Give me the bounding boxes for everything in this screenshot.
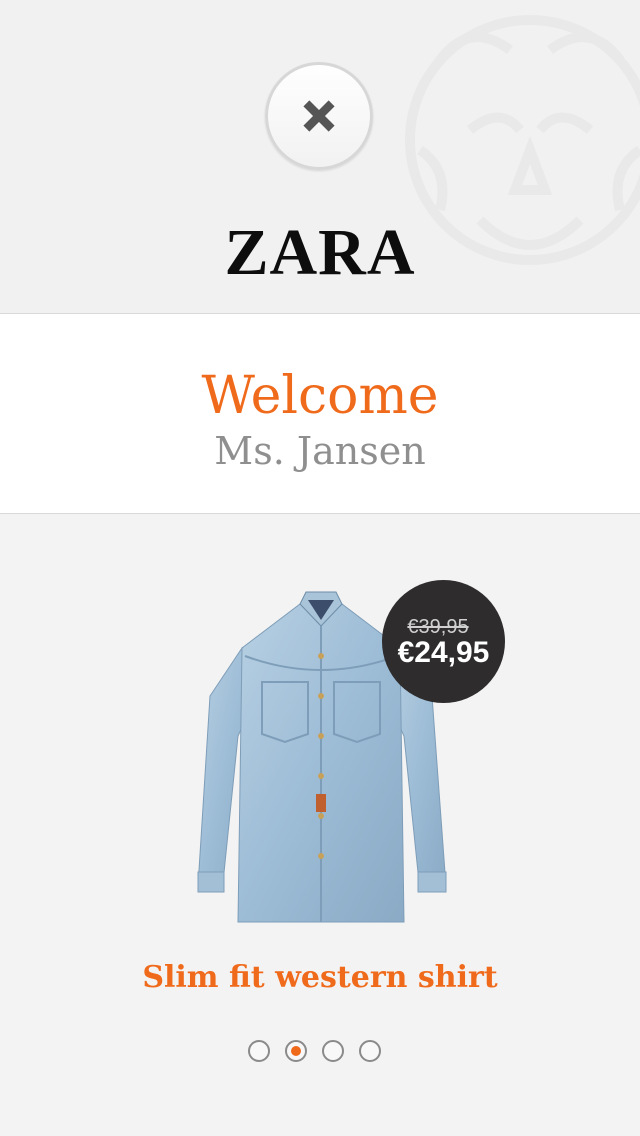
page-indicator [248, 1040, 381, 1064]
brand-logo: ZARA [224, 216, 416, 289]
page-dot-1[interactable] [248, 1040, 270, 1062]
welcome-panel: Welcome Ms. Jansen [0, 314, 640, 514]
close-icon [303, 100, 335, 132]
sale-price: €24,95 [397, 636, 490, 669]
product-name[interactable]: Slim fit western shirt [0, 960, 640, 995]
close-button[interactable] [265, 62, 373, 170]
product-carousel[interactable]: €39,95 €24,95 Slim fit western shirt [0, 514, 640, 1136]
page-dot-4[interactable] [359, 1040, 381, 1062]
welcome-title: Welcome [201, 366, 439, 426]
page-dot-3[interactable] [322, 1040, 344, 1062]
price-badge: €39,95 €24,95 [382, 580, 505, 703]
header: ZARA [0, 0, 640, 314]
customer-name: Ms. Jansen [214, 429, 426, 473]
page-dot-2[interactable] [285, 1040, 307, 1062]
